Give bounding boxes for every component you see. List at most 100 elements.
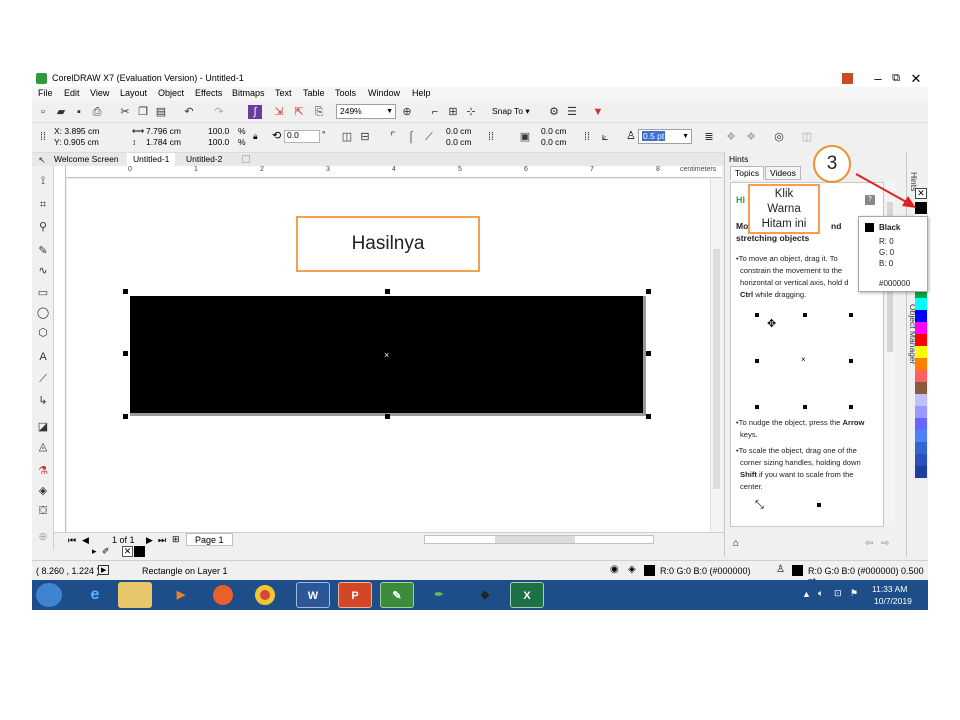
export-icon[interactable]: ⇱ [292, 105, 306, 119]
shape-tool-icon[interactable]: ⟟ [36, 174, 50, 188]
word-icon[interactable]: W [296, 582, 330, 608]
add-page-icon[interactable]: ⊞ [172, 534, 180, 545]
selection-handle[interactable] [646, 351, 651, 356]
powerpoint-icon[interactable]: P [338, 582, 372, 608]
coreldraw-icon[interactable]: ✎ [380, 582, 414, 608]
crop-tool-icon[interactable]: ⌗ [36, 198, 50, 212]
menu-edit[interactable]: Edit [64, 88, 80, 98]
scrollbar-thumb[interactable] [495, 536, 575, 543]
menu-view[interactable]: View [90, 88, 109, 98]
print-icon[interactable]: ⎙ [90, 105, 104, 119]
menu-effects[interactable]: Effects [195, 88, 222, 98]
full-screen-icon[interactable]: ⊕ [400, 105, 414, 119]
fill-bucket-icon[interactable]: ◈ [628, 564, 636, 575]
palette-swatch[interactable] [915, 334, 927, 346]
first-page-icon[interactable]: ⏮ [68, 535, 76, 546]
start-button[interactable] [36, 583, 62, 607]
palette-swatch[interactable] [915, 310, 927, 322]
selection-handle[interactable] [123, 414, 128, 419]
selection-handle[interactable] [385, 414, 390, 419]
tab-untitled-2[interactable]: Untitled-2 [180, 153, 228, 166]
wrap-text-icon[interactable]: ⟀ [598, 130, 612, 144]
drop-shadow-icon[interactable]: ◪ [36, 420, 50, 434]
last-page-icon[interactable]: ⏭ [158, 535, 166, 546]
network-icon[interactable]: ⊡ [834, 588, 842, 599]
publish-pdf-icon[interactable]: ⎘ [312, 105, 326, 119]
lock-ratio-icon[interactable]: 🔒︎ [253, 131, 258, 142]
search-content-icon[interactable]: ∫ [248, 105, 262, 119]
media-player-icon[interactable]: ▶ [164, 582, 198, 608]
palette-swatch[interactable] [915, 346, 927, 358]
menu-text[interactable]: Text [275, 88, 292, 98]
add-tool-icon[interactable]: ⊕ [36, 530, 50, 544]
palette-swatch[interactable] [915, 418, 927, 430]
relative-corner-icon[interactable]: ⁞⁞ [580, 130, 594, 144]
launch-icon[interactable]: ▼ [591, 105, 605, 119]
palette-swatch[interactable] [915, 394, 927, 406]
import-icon[interactable]: ⇲ [272, 105, 286, 119]
paste-icon[interactable]: ▤ [154, 105, 168, 119]
corner-radius-top-left[interactable]: 0.0 cm [446, 126, 472, 136]
eyedropper-icon[interactable]: ✐ [102, 546, 110, 557]
pick-tool-icon[interactable]: ↖ [36, 153, 48, 165]
interactive-fill-icon[interactable]: ◈ [36, 484, 50, 498]
tab-videos[interactable]: Videos [765, 166, 801, 180]
fill-color-swatch[interactable] [644, 565, 655, 576]
parallel-dimension-icon[interactable]: ⟋ [36, 372, 50, 386]
outline-pen-icon[interactable]: ♙ [776, 564, 785, 575]
palette-arrow-icon[interactable]: ▸ [92, 546, 97, 557]
selection-handle[interactable] [123, 289, 128, 294]
tab-welcome-screen[interactable]: Welcome Screen [48, 153, 125, 166]
file-explorer-icon[interactable] [118, 582, 152, 608]
action-center-icon[interactable]: ⚑ [850, 588, 858, 599]
y-position[interactable]: Y: 0.905 cm [54, 137, 99, 147]
round-corner-icon[interactable]: ⌜ [386, 130, 400, 144]
eyedropper-icon[interactable]: ⚗ [36, 464, 50, 478]
connector-tool-icon[interactable]: ↳ [36, 394, 50, 408]
menu-file[interactable]: File [38, 88, 53, 98]
menu-window[interactable]: Window [368, 88, 400, 98]
forward-icon[interactable]: ⇨ [881, 538, 889, 549]
x-position[interactable]: X: 3.895 cm [54, 126, 99, 136]
object-width[interactable]: 7.796 cm [146, 126, 181, 136]
to-front-icon[interactable]: ❖ [724, 130, 738, 144]
palette-swatch[interactable] [915, 382, 927, 394]
open-icon[interactable]: ▰ [54, 105, 68, 119]
palette-swatch[interactable] [915, 430, 927, 442]
show-grid-icon[interactable]: ⊞ [446, 105, 460, 119]
mirror-vertical-icon[interactable]: ⊟ [358, 130, 372, 144]
corel-capture-icon[interactable]: ◆ [468, 582, 502, 608]
freehand-tool-icon[interactable]: ✎ [36, 244, 50, 258]
selection-handle[interactable] [123, 351, 128, 356]
excel-icon[interactable]: X [510, 582, 544, 608]
scale-height[interactable]: 100.0 [208, 137, 229, 147]
save-icon[interactable]: ▪ [72, 105, 86, 119]
artistic-media-icon[interactable]: ∿ [36, 264, 50, 278]
restore-button[interactable]: ⧉ [886, 70, 906, 87]
ellipse-tool-icon[interactable]: ◯ [36, 306, 50, 320]
menu-object[interactable]: Object [158, 88, 184, 98]
vertical-ruler[interactable] [54, 166, 66, 538]
corner-lock-icon[interactable]: ⁞⁞ [484, 130, 498, 144]
minimize-button[interactable]: ‒ [868, 70, 888, 87]
show-rulers-icon[interactable]: ⌐ [428, 105, 442, 119]
new-document-icon[interactable]: ▫ [36, 105, 50, 119]
object-origin-icon[interactable]: ⁞⁞ [36, 130, 50, 144]
zoom-level-combo[interactable]: 249% ▼ [336, 104, 396, 119]
menu-help[interactable]: Help [412, 88, 431, 98]
tab-overflow-icon[interactable] [242, 155, 250, 163]
text-tool-icon[interactable]: A [36, 350, 50, 364]
mirror-horizontal-icon[interactable]: ◫ [340, 130, 354, 144]
snap-to-dropdown[interactable]: Snap To ▾ [492, 106, 530, 117]
home-icon[interactable]: ⌂ [733, 538, 739, 549]
outline-width-combo[interactable]: 0.5 pt ▼ [638, 129, 692, 144]
outline-color-swatch[interactable] [792, 565, 803, 576]
horizontal-scrollbar[interactable] [424, 535, 654, 544]
play-icon[interactable]: ▶ [98, 565, 110, 575]
volume-icon[interactable]: 🔈︎ [818, 588, 823, 599]
more-options-icon[interactable]: ◫ [800, 130, 814, 144]
to-back-icon[interactable]: ❖ [744, 130, 758, 144]
corner-radius-bottom-right[interactable]: 0.0 cm [541, 137, 567, 147]
palette-swatch[interactable] [915, 322, 927, 334]
menu-tools[interactable]: Tools [335, 88, 356, 98]
